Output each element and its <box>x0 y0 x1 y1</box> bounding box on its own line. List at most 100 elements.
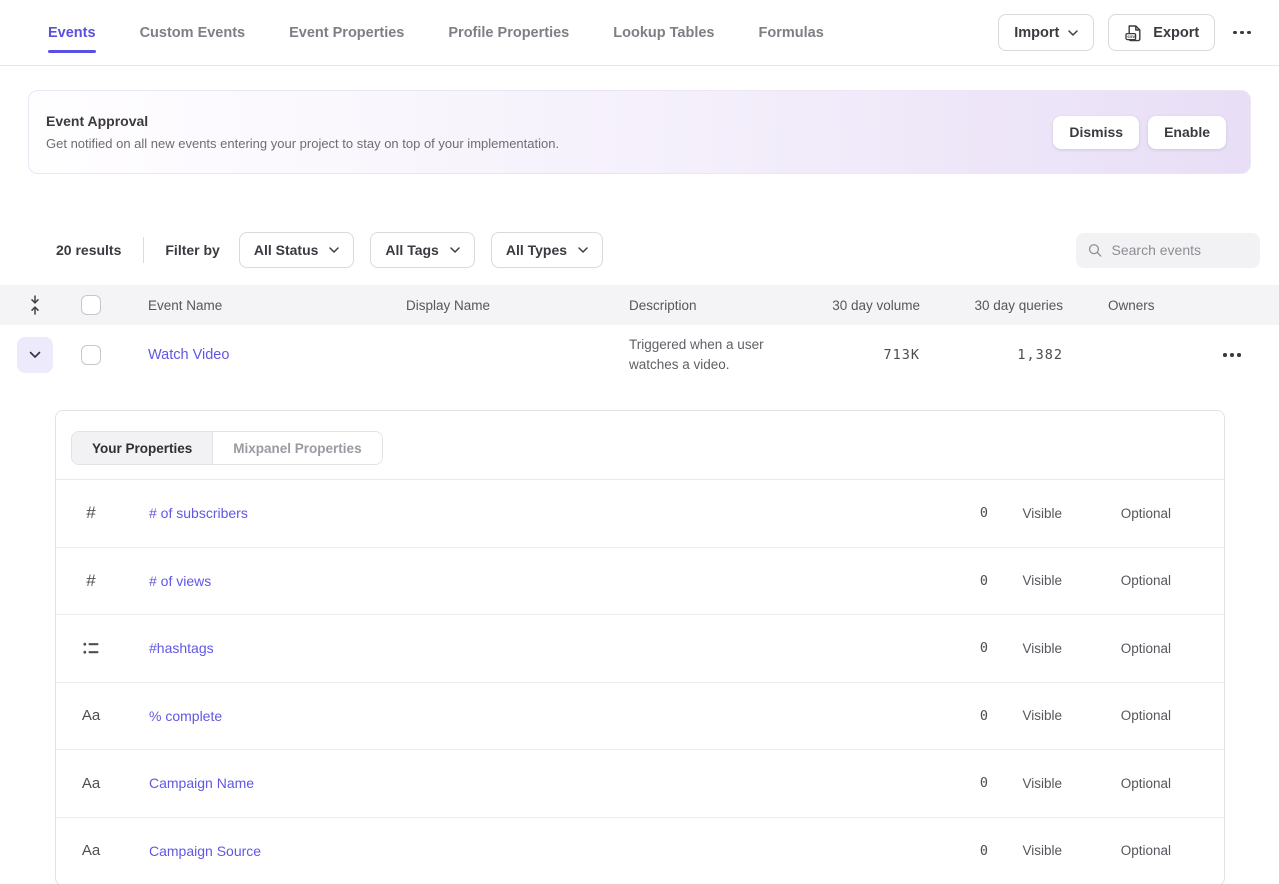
event-properties-panel: Your Properties Mixpanel Properties # # … <box>55 410 1225 884</box>
property-visibility: Visible <box>988 506 1062 521</box>
tags-filter-dropdown[interactable]: All Tags <box>370 232 474 268</box>
filter-bar: 20 results Filter by All Status All Tags… <box>56 232 1260 268</box>
collapse-row-button[interactable] <box>17 337 53 373</box>
property-queries: 0 <box>908 775 988 791</box>
property-queries: 0 <box>908 708 988 724</box>
property-row: Aa % complete 0 Visible Optional <box>56 683 1224 751</box>
svg-text:csv: csv <box>1128 34 1136 39</box>
property-name-link[interactable]: % complete <box>149 708 908 724</box>
collapse-all-icon[interactable] <box>28 294 42 316</box>
number-glyph: # <box>86 571 95 591</box>
property-name-link[interactable]: #hashtags <box>149 640 908 656</box>
event-name-link[interactable]: Watch Video <box>148 347 229 363</box>
header-description: Description <box>629 298 809 313</box>
types-filter-label: All Types <box>506 242 567 258</box>
list-type-icon <box>80 642 102 655</box>
search-box <box>1076 233 1260 268</box>
csv-file-icon: csv <box>1124 23 1144 43</box>
event-row-watch-video: Watch Video Triggered when a user watche… <box>0 325 1279 385</box>
search-input[interactable] <box>1112 242 1249 258</box>
results-count: 20 results <box>56 242 121 258</box>
tab-formulas[interactable]: Formulas <box>759 0 824 66</box>
property-requirement: Optional <box>1062 708 1171 723</box>
number-type-icon: # <box>80 503 102 523</box>
property-name-link[interactable]: Campaign Name <box>149 775 908 791</box>
tab-mixpanel-properties[interactable]: Mixpanel Properties <box>213 432 381 464</box>
divider <box>143 237 144 263</box>
property-name-link[interactable]: # of subscribers <box>149 505 908 521</box>
row-more-options-icon[interactable] <box>1219 347 1245 363</box>
text-type-icon: Aa <box>80 707 102 724</box>
tab-event-properties[interactable]: Event Properties <box>289 0 404 66</box>
types-filter-dropdown[interactable]: All Types <box>491 232 603 268</box>
property-requirement: Optional <box>1062 843 1171 858</box>
text-type-icon: Aa <box>80 775 102 792</box>
chevron-down-icon <box>29 351 41 359</box>
chevron-down-icon <box>450 247 460 253</box>
dismiss-button[interactable]: Dismiss <box>1053 116 1139 149</box>
number-glyph: # <box>86 503 95 523</box>
event-approval-banner: Event Approval Get notified on all new e… <box>28 90 1251 174</box>
property-requirement: Optional <box>1062 573 1171 588</box>
property-name-link[interactable]: # of views <box>149 573 908 589</box>
tags-filter-label: All Tags <box>385 242 438 258</box>
lexicon-tabs: Events Custom Events Event Properties Pr… <box>48 0 998 66</box>
tab-lookup-tables-label: Lookup Tables <box>613 25 714 41</box>
tab-profile-properties-label: Profile Properties <box>448 25 569 41</box>
header-owners: Owners <box>1108 298 1198 313</box>
tab-event-properties-label: Event Properties <box>289 25 404 41</box>
property-row: # # of views 0 Visible Optional <box>56 548 1224 616</box>
property-queries: 0 <box>908 573 988 589</box>
property-queries: 0 <box>908 505 988 521</box>
property-row: Aa Campaign Name 0 Visible Optional <box>56 750 1224 818</box>
chevron-down-icon <box>578 247 588 253</box>
tab-events[interactable]: Events <box>48 0 96 66</box>
select-all-checkbox[interactable] <box>81 295 101 315</box>
chevron-down-icon <box>329 247 339 253</box>
banner-title: Event Approval <box>46 113 1044 129</box>
tab-your-properties[interactable]: Your Properties <box>72 432 213 464</box>
event-description: Triggered when a user watches a video. <box>629 335 784 375</box>
property-row: Aa Campaign Source 0 Visible Optional <box>56 818 1224 884</box>
row-checkbox[interactable] <box>81 345 101 365</box>
property-visibility: Visible <box>988 776 1062 791</box>
property-requirement: Optional <box>1062 776 1171 791</box>
header-30-day-volume: 30 day volume <box>809 298 920 313</box>
properties-segmented-control: Your Properties Mixpanel Properties <box>71 431 383 465</box>
import-button-label: Import <box>1014 25 1059 41</box>
property-requirement: Optional <box>1062 641 1171 656</box>
export-button-label: Export <box>1153 25 1199 41</box>
text-glyph: Aa <box>82 775 100 792</box>
filter-by-label: Filter by <box>165 242 219 258</box>
property-visibility: Visible <box>988 573 1062 588</box>
tab-lookup-tables[interactable]: Lookup Tables <box>613 0 714 66</box>
header-event-name: Event Name <box>148 298 406 313</box>
tab-formulas-label: Formulas <box>759 25 824 41</box>
more-options-icon[interactable] <box>1229 25 1255 41</box>
top-navigation-bar: Events Custom Events Event Properties Pr… <box>0 0 1279 66</box>
tab-events-label: Events <box>48 25 96 41</box>
event-30-day-queries: 1,382 <box>920 347 1063 363</box>
event-30-day-volume: 713K <box>809 347 920 363</box>
banner-description: Get notified on all new events entering … <box>46 136 1044 151</box>
tab-profile-properties[interactable]: Profile Properties <box>448 0 569 66</box>
events-table-header: Event Name Display Name Description 30 d… <box>0 285 1279 325</box>
tab-custom-events[interactable]: Custom Events <box>140 0 246 66</box>
search-icon <box>1088 242 1103 259</box>
toolbar-actions: Import csv Export <box>998 14 1255 51</box>
property-row: #hashtags 0 Visible Optional <box>56 615 1224 683</box>
chevron-down-icon <box>1068 30 1078 36</box>
banner-text: Event Approval Get notified on all new e… <box>46 113 1044 151</box>
export-button[interactable]: csv Export <box>1108 14 1215 51</box>
property-requirement: Optional <box>1062 506 1171 521</box>
property-visibility: Visible <box>988 843 1062 858</box>
status-filter-dropdown[interactable]: All Status <box>239 232 355 268</box>
property-name-link[interactable]: Campaign Source <box>149 843 908 859</box>
status-filter-label: All Status <box>254 242 319 258</box>
property-visibility: Visible <box>988 641 1062 656</box>
import-button[interactable]: Import <box>998 14 1094 51</box>
list-icon <box>83 642 99 655</box>
header-30-day-queries: 30 day queries <box>920 298 1063 313</box>
enable-button[interactable]: Enable <box>1148 116 1226 149</box>
property-row: # # of subscribers 0 Visible Optional <box>56 480 1224 548</box>
